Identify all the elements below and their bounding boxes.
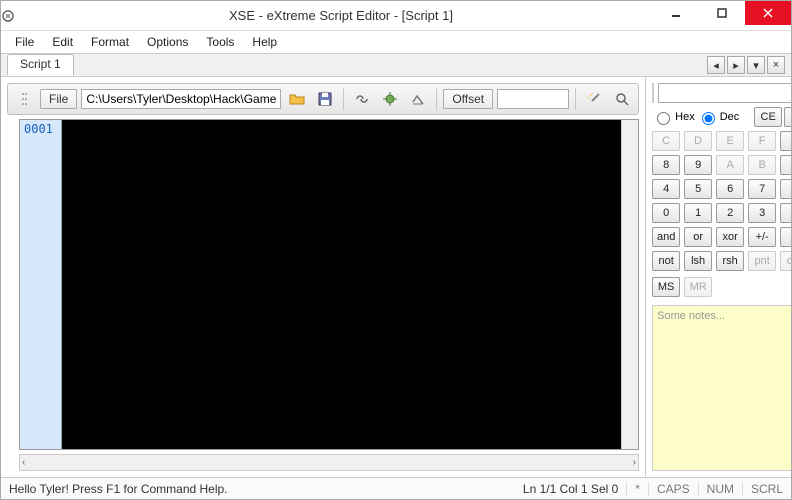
separator — [343, 88, 344, 110]
work-area: File Offset 0001 ‹› Hex — [1, 77, 791, 477]
calc-grid: C D E F ÷ 8 9 A B × 4 5 6 7 - 0 1 2 3 + … — [652, 131, 791, 271]
compile-icon[interactable] — [406, 88, 430, 110]
calc-mr: MR — [684, 277, 712, 297]
calc-3[interactable]: 3 — [748, 203, 776, 223]
status-caps: CAPS — [648, 482, 698, 496]
grip-icon — [12, 88, 36, 110]
app-icon — [1, 9, 29, 23]
vertical-scrollbar[interactable] — [621, 120, 638, 449]
notes-area[interactable]: Some notes... — [652, 305, 791, 471]
calc-hex-c: C — [652, 131, 680, 151]
calc-0[interactable]: 0 — [652, 203, 680, 223]
editor-toolbar: File Offset — [7, 83, 639, 115]
calc-6[interactable]: 6 — [716, 179, 744, 199]
calc-xor[interactable]: xor — [716, 227, 744, 247]
calc-hex-e: E — [716, 131, 744, 151]
file-path-input[interactable] — [81, 89, 281, 109]
calc-mem-indicator — [652, 83, 654, 103]
calc-ofs: ofs — [780, 251, 791, 271]
calc-or[interactable]: or — [684, 227, 712, 247]
calc-ms[interactable]: MS — [652, 277, 680, 297]
notes-placeholder: Some notes... — [657, 310, 725, 322]
calc-div[interactable]: ÷ — [780, 131, 791, 151]
menu-edit[interactable]: Edit — [44, 33, 81, 51]
close-button[interactable] — [745, 1, 791, 25]
calc-hex-a: A — [716, 155, 744, 175]
offset-input[interactable] — [497, 89, 569, 109]
calc-c-button[interactable]: C — [784, 107, 791, 127]
document-tabs: Script 1 ◂ ▸ ▾ × — [1, 53, 791, 77]
calc-add[interactable]: + — [780, 203, 791, 223]
calc-9[interactable]: 9 — [684, 155, 712, 175]
tab-next-button[interactable]: ▸ — [727, 56, 745, 74]
calc-and[interactable]: and — [652, 227, 680, 247]
calc-rsh[interactable]: rsh — [716, 251, 744, 271]
status-position: Ln 1/1 Col 1 Sel 0 — [515, 482, 626, 496]
maximize-button[interactable] — [699, 1, 745, 25]
calc-pnt: pnt — [748, 251, 776, 271]
menu-help[interactable]: Help — [244, 33, 285, 51]
window-title: XSE - eXtreme Script Editor - [Script 1] — [29, 8, 653, 23]
status-modified: * — [626, 482, 648, 496]
calc-4[interactable]: 4 — [652, 179, 680, 199]
calc-ce-button[interactable]: CE — [754, 107, 782, 127]
title-bar: XSE - eXtreme Script Editor - [Script 1] — [1, 1, 791, 31]
calc-not[interactable]: not — [652, 251, 680, 271]
calc-1[interactable]: 1 — [684, 203, 712, 223]
calc-display[interactable] — [658, 83, 791, 103]
search-icon[interactable] — [610, 88, 634, 110]
calc-2[interactable]: 2 — [716, 203, 744, 223]
debug-icon[interactable] — [378, 88, 402, 110]
hex-radio[interactable]: Hex — [652, 109, 695, 125]
open-folder-icon[interactable] — [285, 88, 309, 110]
status-num: NUM — [698, 482, 742, 496]
calc-sub[interactable]: - — [780, 179, 791, 199]
calc-mul[interactable]: × — [780, 155, 791, 175]
tab-script-1[interactable]: Script 1 — [7, 54, 74, 76]
offset-label: Offset — [443, 89, 493, 109]
line-gutter: 0001 — [20, 120, 62, 449]
editor-pane: File Offset 0001 ‹› — [1, 77, 646, 477]
calc-lsh[interactable]: lsh — [684, 251, 712, 271]
calc-hex-b: B — [748, 155, 776, 175]
calc-hex-f: F — [748, 131, 776, 151]
menu-format[interactable]: Format — [83, 33, 137, 51]
save-icon[interactable] — [313, 88, 337, 110]
menu-file[interactable]: File — [7, 33, 42, 51]
calc-8[interactable]: 8 — [652, 155, 680, 175]
link-icon[interactable] — [350, 88, 374, 110]
wand-icon[interactable] — [582, 88, 606, 110]
code-area[interactable] — [62, 120, 621, 449]
status-scrl: SCRL — [742, 482, 791, 496]
horizontal-scrollbar[interactable]: ‹› — [19, 454, 639, 471]
calc-plusminus[interactable]: +/- — [748, 227, 776, 247]
calc-5[interactable]: 5 — [684, 179, 712, 199]
menu-options[interactable]: Options — [139, 33, 196, 51]
status-bar: Hello Tyler! Press F1 for Command Help. … — [1, 477, 791, 499]
calculator-pane: Hex Dec CE C C D E F ÷ 8 9 A B × 4 5 6 7… — [646, 77, 791, 477]
calc-7[interactable]: 7 — [748, 179, 776, 199]
status-greeting: Hello Tyler! Press F1 for Command Help. — [1, 482, 236, 496]
dec-radio[interactable]: Dec — [697, 109, 740, 125]
minimize-button[interactable] — [653, 1, 699, 25]
calc-hex-d: D — [684, 131, 712, 151]
menu-bar: File Edit Format Options Tools Help — [1, 31, 791, 53]
menu-tools[interactable]: Tools — [198, 33, 242, 51]
file-label: File — [40, 89, 77, 109]
tab-close-button[interactable]: × — [767, 56, 785, 74]
code-editor[interactable]: 0001 — [19, 119, 639, 450]
tab-prev-button[interactable]: ◂ — [707, 56, 725, 74]
calc-eq[interactable]: = — [780, 227, 791, 247]
tab-list-button[interactable]: ▾ — [747, 56, 765, 74]
separator — [436, 88, 437, 110]
separator — [575, 88, 576, 110]
